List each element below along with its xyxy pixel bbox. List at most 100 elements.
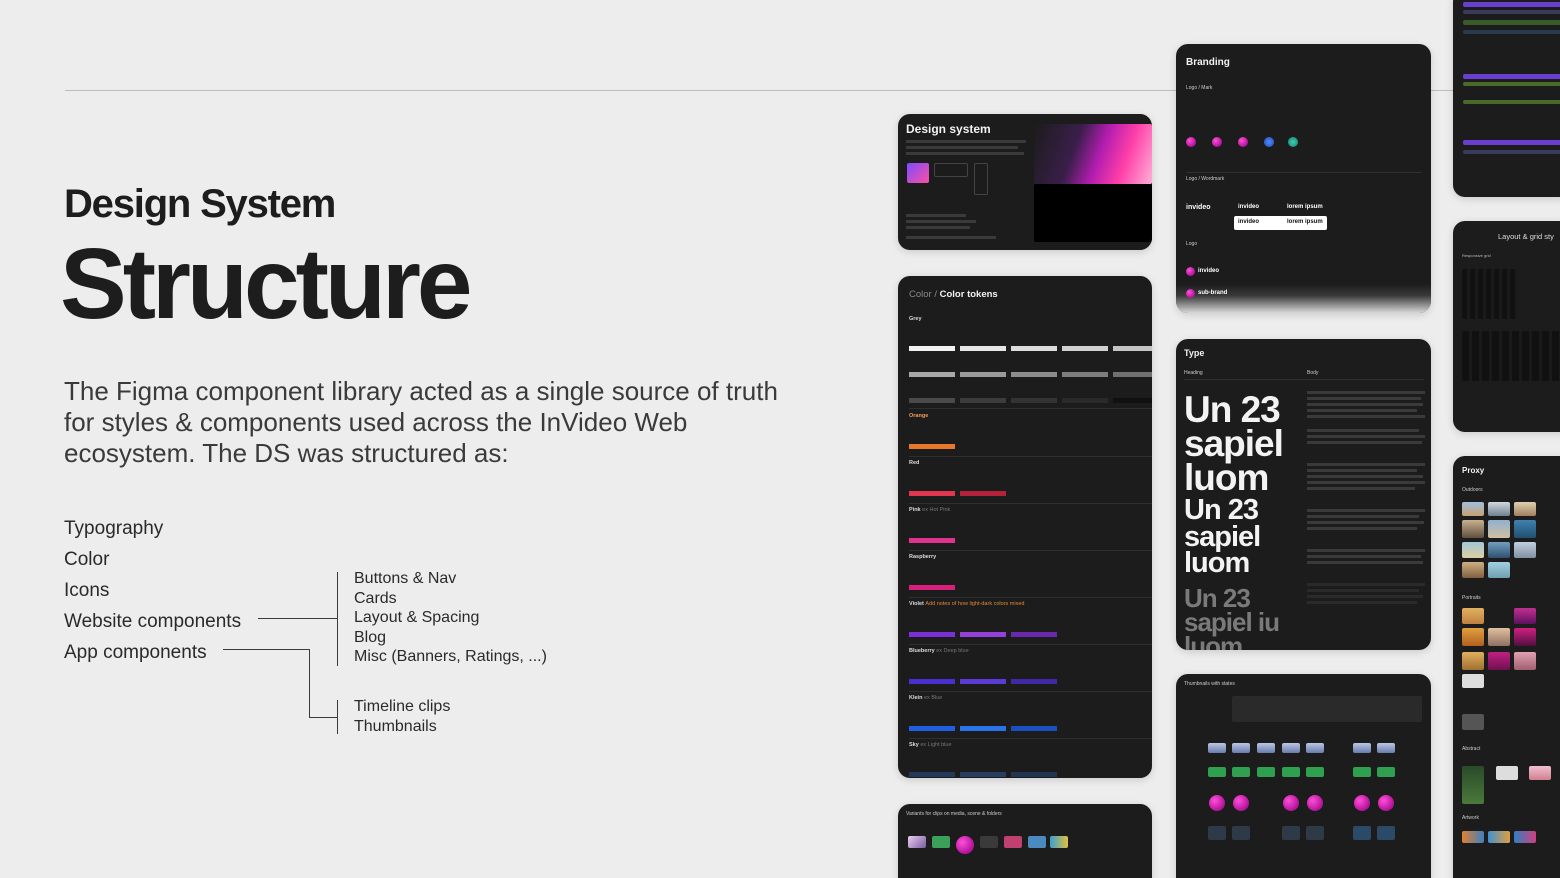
- file-thumbnail: [1232, 826, 1250, 840]
- app-components-list: Timeline clips Thumbnails: [354, 697, 450, 736]
- photo-thumbnail: [1462, 562, 1484, 578]
- image-thumbnail: [1377, 743, 1395, 753]
- page-description: The Figma component library acted as a s…: [64, 376, 778, 468]
- section-label: Responsive grid: [1462, 253, 1491, 258]
- grey-swatch: [909, 346, 955, 351]
- avatar-thumbnail: [1283, 795, 1299, 811]
- logo-mark-icon: [1264, 137, 1274, 147]
- body-text: [1307, 549, 1425, 552]
- section-note: ex Hot Pink: [922, 507, 951, 513]
- body-text: [1307, 397, 1421, 400]
- avatar-thumbnail: [956, 836, 974, 854]
- section-label: Logo: [1186, 241, 1198, 247]
- card-title: Design system: [906, 122, 991, 136]
- body-text: [1307, 555, 1421, 558]
- file-thumbnail: [1306, 826, 1324, 840]
- grey-swatch: [1062, 346, 1108, 351]
- sub-brand-row: [1176, 284, 1431, 313]
- section-name: Blueberry: [909, 648, 935, 654]
- body-text: [1307, 481, 1425, 484]
- grey-swatch: [909, 398, 955, 403]
- abstract-thumbnail: [1462, 766, 1484, 804]
- structure-item: Color: [64, 549, 110, 570]
- photo-thumbnail: [1462, 502, 1484, 516]
- connector-line: [309, 649, 310, 718]
- color-thumbnail: [1353, 767, 1371, 777]
- section-name: Violet: [909, 601, 924, 607]
- portrait-thumbnail: [1514, 652, 1536, 670]
- branding-card: Branding Logo / Mark Logo / Wordmark inv…: [1176, 44, 1431, 313]
- design-system-card: Design system: [898, 114, 1152, 250]
- grey-swatch: [1011, 398, 1057, 403]
- color-thumbnail: [1282, 767, 1300, 777]
- section-divider: [909, 408, 1152, 409]
- page-title: Structure: [60, 228, 473, 340]
- file-thumbnail: [1377, 826, 1395, 840]
- placeholder-text: [906, 226, 970, 229]
- grey-swatch: [1113, 346, 1152, 351]
- section-name: Sky: [909, 742, 919, 748]
- type-sample-large: Un 23 sapiel luom: [1184, 389, 1284, 499]
- logo-mark-icon: [1238, 137, 1248, 147]
- preview-thumbnail: [907, 163, 929, 183]
- grey-swatch: [960, 372, 1006, 377]
- sub-brand-wordmark: sub-brand: [1198, 290, 1228, 296]
- layout-grid-card: Layout & grid sty Responsive grid: [1453, 221, 1560, 432]
- section-divider: [909, 456, 1152, 457]
- connector-line: [258, 618, 338, 619]
- pink-swatch: [909, 538, 955, 543]
- grey-swatch: [1062, 372, 1108, 377]
- clip-thumbnail: [1028, 836, 1046, 848]
- body-text: [1307, 601, 1417, 604]
- body-text: [1307, 429, 1419, 432]
- section-note: ex Light blue: [920, 742, 952, 748]
- card-title-main: Color tokens: [939, 289, 998, 300]
- type-card: Type Heading Body Un 23 sapiel luom Un 2…: [1176, 339, 1431, 650]
- grey-swatch: [1113, 372, 1152, 377]
- timeline-track: [1463, 100, 1560, 104]
- sub-item: Blog: [354, 628, 387, 646]
- placeholder-text: [906, 146, 1018, 149]
- image-thumbnail: [1282, 743, 1300, 753]
- wordmark-light: invideo: [1238, 219, 1260, 225]
- card-title: Layout & grid sty: [1498, 232, 1554, 241]
- body-text: [1307, 521, 1424, 524]
- placeholder-text: [906, 236, 996, 239]
- body-text: [1307, 391, 1425, 394]
- grid-preview: [1462, 331, 1560, 381]
- klein-swatch: [909, 726, 955, 731]
- body-label: Body: [1307, 370, 1319, 376]
- image-thumbnail: [1353, 743, 1371, 753]
- sky-swatch: [909, 772, 955, 777]
- photo-thumbnail: [1488, 542, 1510, 558]
- timeline-track: [1463, 20, 1560, 25]
- token-section-orange: Orange: [909, 413, 929, 419]
- body-text: [1307, 509, 1425, 512]
- lorem-light: lorem ipsum: [1287, 219, 1323, 225]
- body-text: [1307, 515, 1419, 518]
- body-text: [1307, 589, 1419, 592]
- section-label: Artwork: [1462, 815, 1479, 821]
- clip-thumbnail: [1050, 836, 1068, 848]
- timeline-track: [1463, 2, 1560, 7]
- photo-thumbnail: [1514, 502, 1536, 516]
- portrait-thumbnail: [1488, 652, 1510, 670]
- abstract-thumbnail: [1496, 766, 1518, 780]
- token-section-blueberry: Blueberry ex Deep blue: [909, 648, 969, 654]
- token-section-raspberry: Raspberry: [909, 554, 937, 560]
- token-section-pink: Pink ex Hot Pink: [909, 507, 950, 513]
- preview-frame: [974, 163, 988, 195]
- timeline-card: [1453, 0, 1560, 197]
- blueberry-swatch: [909, 679, 955, 684]
- avatar-thumbnail: [1378, 795, 1394, 811]
- clip-thumbnail: [980, 836, 998, 848]
- blueberry-swatch: [1011, 679, 1057, 684]
- variants-card: Variants for clips on media, scene & fol…: [898, 804, 1152, 878]
- body-text: [1307, 415, 1425, 418]
- image-thumbnail: [1257, 743, 1275, 753]
- timeline-track: [1463, 74, 1560, 79]
- body-text: [1307, 475, 1423, 478]
- logo-mark-icon: [1288, 137, 1298, 147]
- section-note: Add notes of how light-dark colors mixed: [925, 601, 1025, 607]
- section-divider: [909, 738, 1152, 739]
